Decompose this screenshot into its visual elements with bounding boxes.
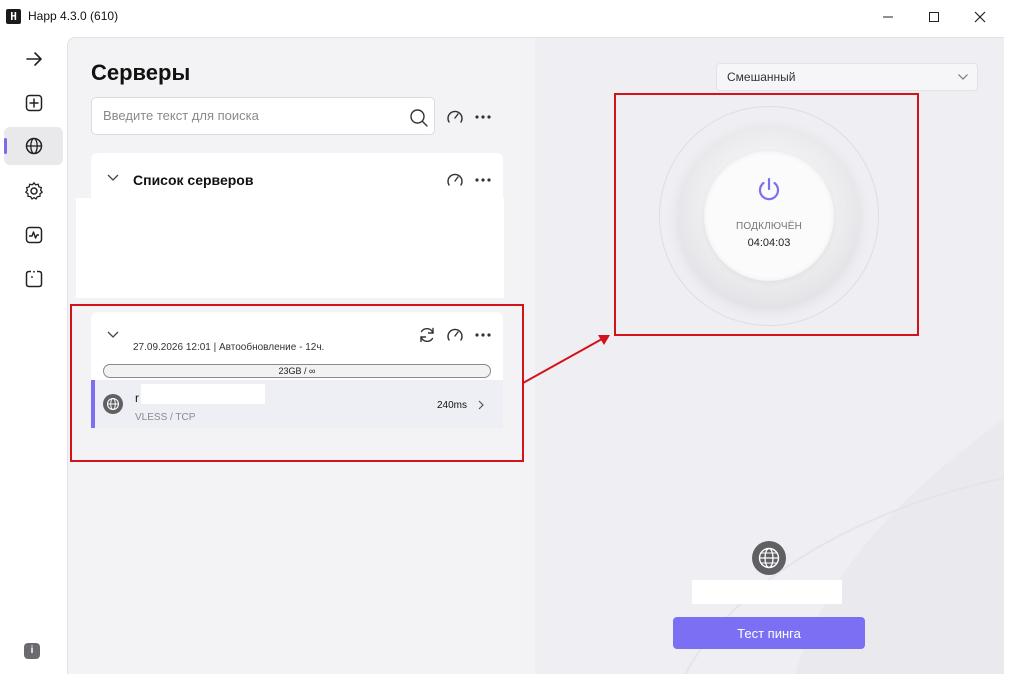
redacted-location [692,580,842,604]
sidebar-item-add[interactable] [4,84,63,122]
window-edge [0,674,1010,688]
activity-chart-icon [25,226,42,244]
chevron-down-icon[interactable] [106,173,120,183]
close-button[interactable] [957,0,1003,34]
gear-icon [24,182,43,200]
annotation-highlight-box [614,93,919,336]
annotation-arrow [522,335,610,384]
redacted-area [76,198,504,298]
mode-select-value: Смешанный [727,70,796,84]
app-logo-icon: H [6,9,21,24]
maximize-icon [929,12,939,22]
speedometer-icon[interactable] [446,108,464,126]
minimize-icon [883,16,893,18]
active-indicator [4,138,7,154]
annotation-highlight-box [70,304,524,462]
search-icon[interactable] [409,108,429,128]
more-options-icon[interactable] [474,177,492,183]
add-square-icon [25,94,42,112]
info-icon[interactable]: i [24,643,40,659]
speedometer-icon[interactable] [446,171,464,189]
ping-test-button[interactable]: Тест пинга [673,617,865,649]
close-icon [974,11,986,23]
maximize-button[interactable] [911,0,957,34]
chevron-down-icon [958,74,968,80]
title-bar [0,0,1004,34]
server-group-title: Список серверов [133,172,254,188]
sidebar-item-statistics[interactable] [4,216,63,254]
sidebar-item-servers[interactable] [4,127,63,165]
globe-icon [25,137,42,155]
sidebar-item-scan[interactable] [4,260,63,298]
sidebar-item-settings[interactable] [4,172,63,210]
more-options-icon[interactable] [474,114,492,120]
ping-test-button-label: Тест пинга [737,625,801,641]
sidebar-item-connect[interactable] [4,40,63,78]
window-title: Happ 4.3.0 (610) [28,9,119,23]
scan-icon [25,270,42,288]
location-globe-icon [752,541,786,575]
minimize-button[interactable] [865,0,911,34]
window-edge [1004,0,1010,688]
arrow-right-icon [25,52,42,66]
search-placeholder: Введите текст для поиска [103,108,259,123]
page-title: Серверы [91,60,191,85]
